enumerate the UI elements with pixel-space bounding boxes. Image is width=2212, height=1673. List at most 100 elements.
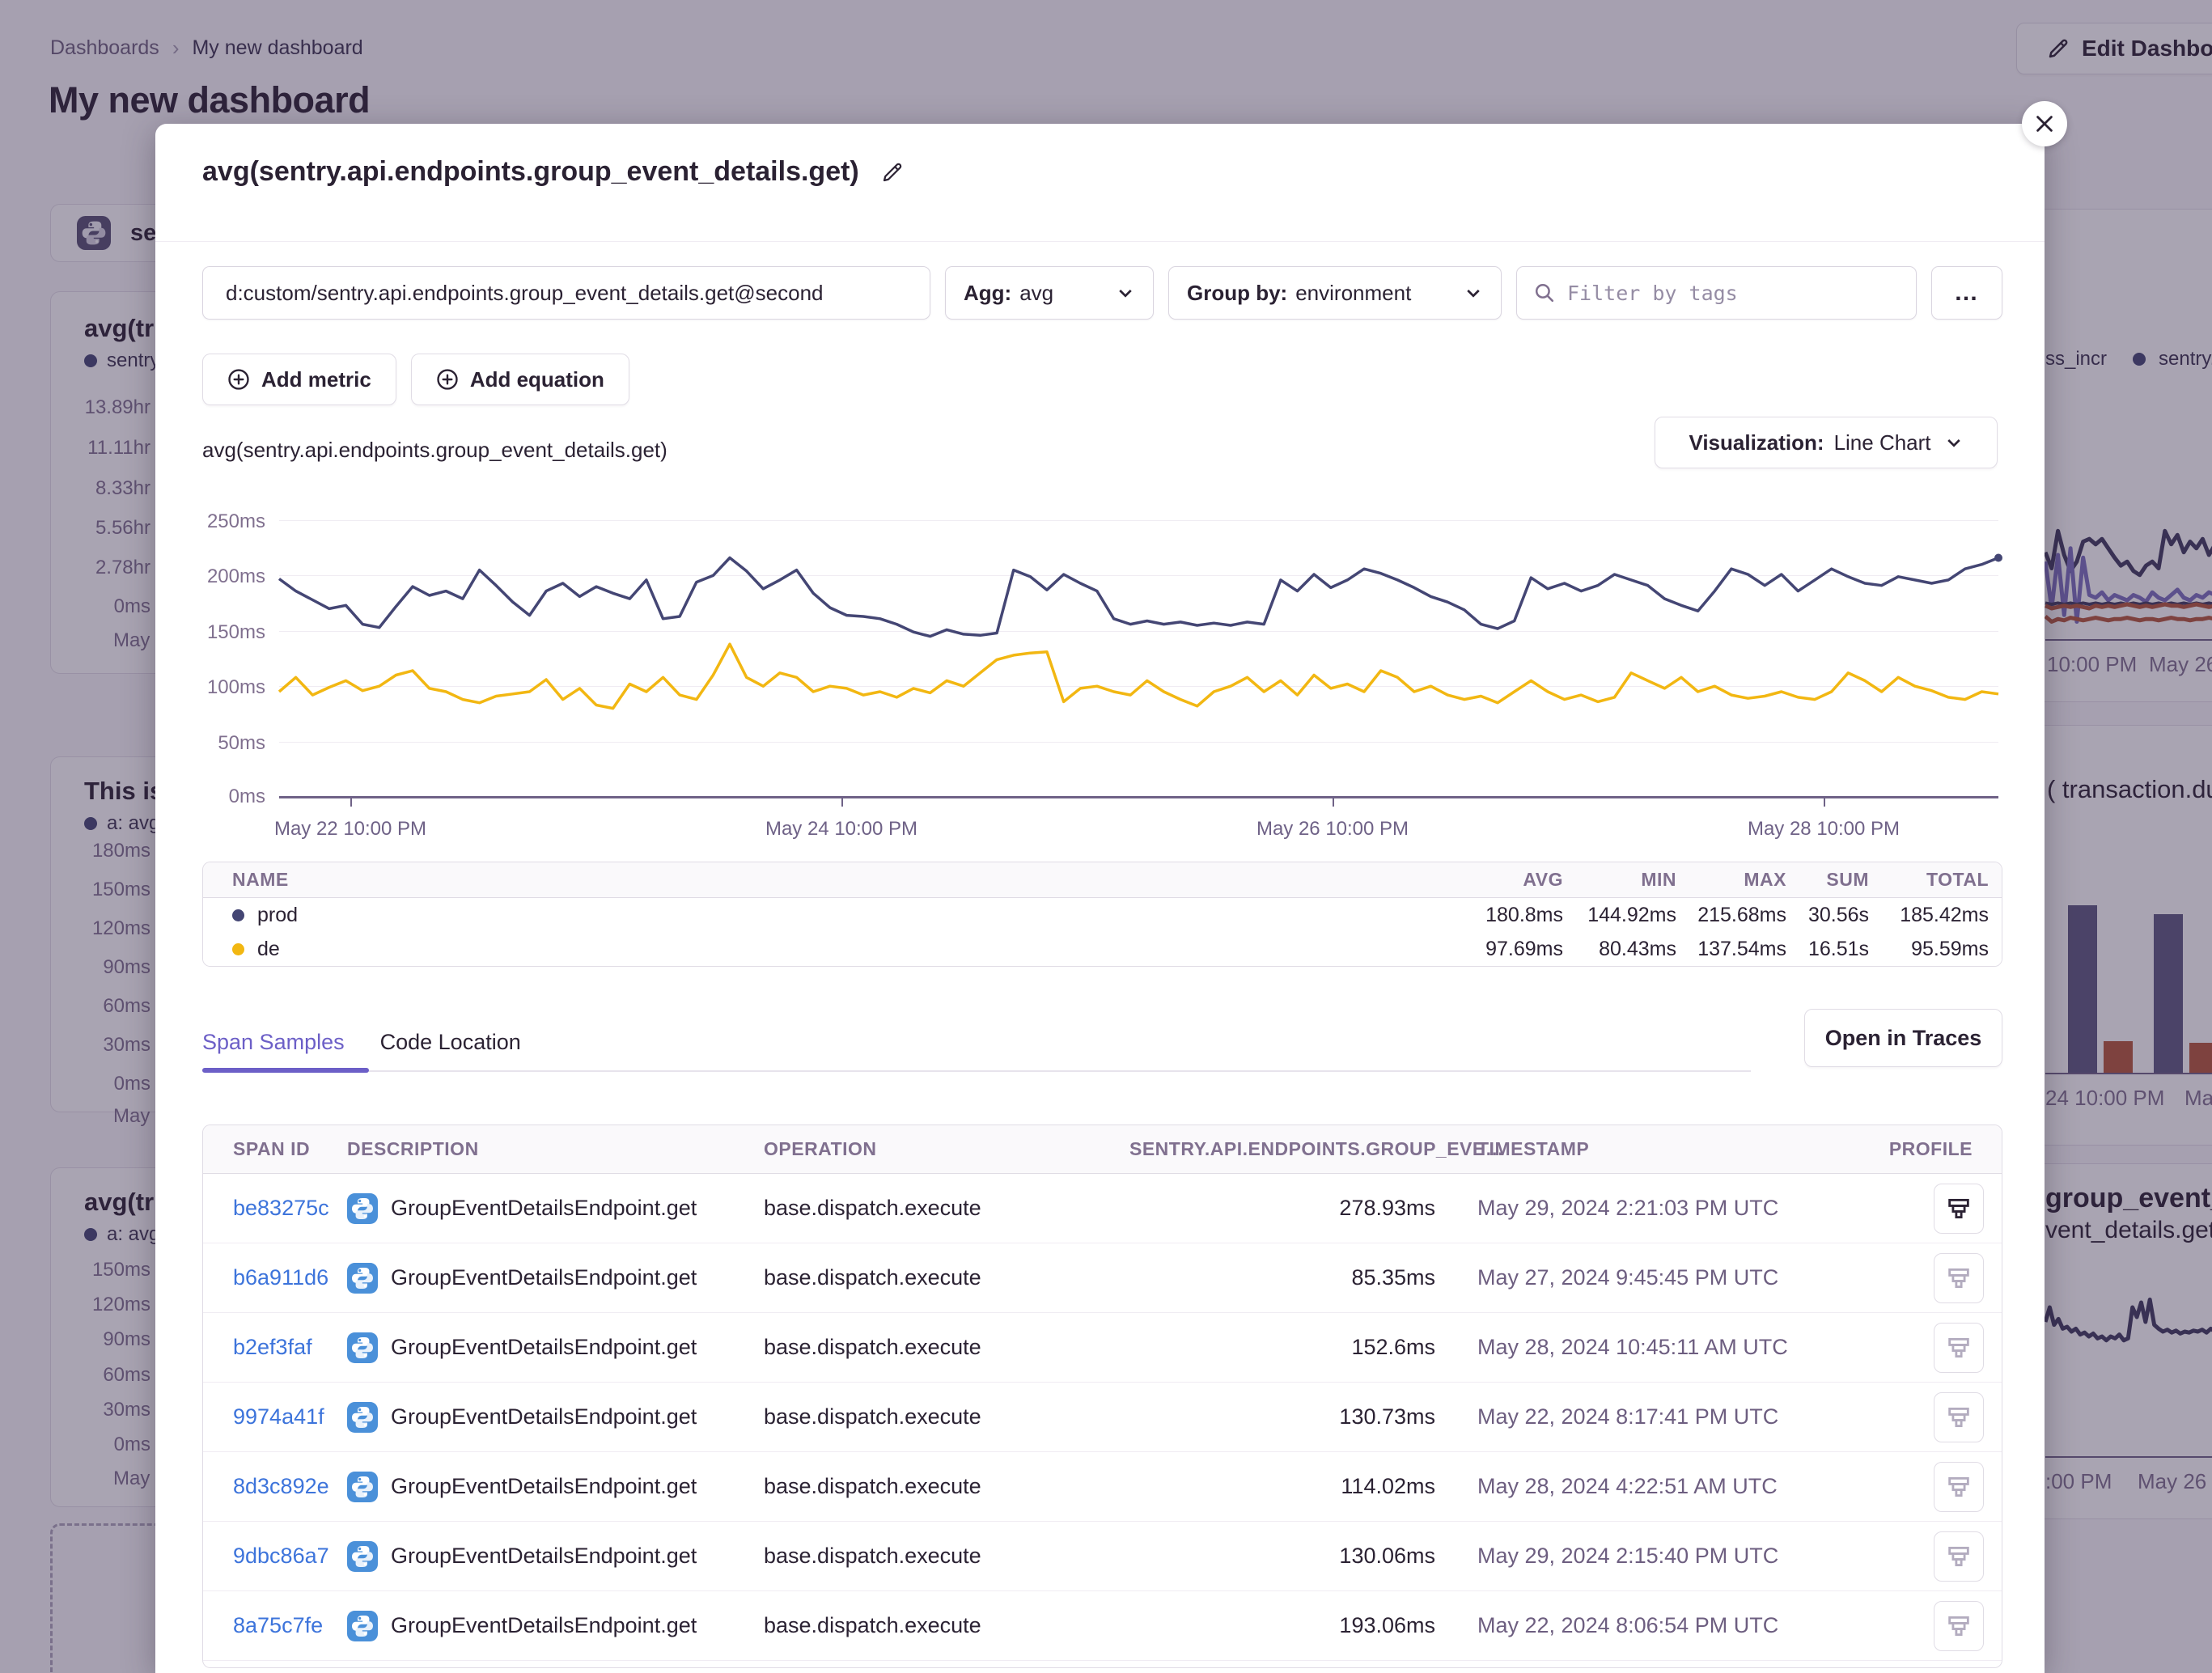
visualization-select[interactable]: Visualization: Line Chart <box>1655 417 1998 468</box>
sample-row: 9974a41f GroupEventDetailsEndpoint.get b… <box>203 1383 2002 1452</box>
header-description: DESCRIPTION <box>347 1138 764 1160</box>
x-axis-tick: May 26 10:00 PM <box>1256 818 1409 841</box>
x-axis-tickmark <box>841 798 843 807</box>
query-overflow-button[interactable]: … <box>1931 266 2002 320</box>
python-icon <box>347 1541 378 1572</box>
series-name: de <box>257 938 280 961</box>
span-metric-value: 130.73ms <box>1129 1404 1435 1429</box>
line-chart-plot <box>279 520 1998 797</box>
span-operation: base.dispatch.execute <box>764 1335 1129 1360</box>
add-actions: Add metric Add equation <box>202 354 629 405</box>
profile-button[interactable] <box>1934 1601 1984 1651</box>
span-description: GroupEventDetailsEndpoint.get <box>391 1544 697 1569</box>
series-de-line <box>279 520 1998 797</box>
profile-button[interactable] <box>1934 1392 1984 1442</box>
agg-value: avg <box>1019 281 1053 306</box>
span-id-link[interactable]: 9974a41f <box>233 1404 324 1429</box>
span-metric-value: 193.06ms <box>1129 1613 1435 1638</box>
close-icon <box>2033 112 2056 135</box>
header-divider <box>155 241 2045 242</box>
span-description: GroupEventDetailsEndpoint.get <box>391 1265 697 1290</box>
x-axis-tick: May 28 10:00 PM <box>1748 818 1900 841</box>
x-axis-tickmark <box>1824 798 1825 807</box>
series-color-dot <box>232 943 244 955</box>
profile-flamechart-icon <box>1945 1543 1973 1570</box>
span-description: GroupEventDetailsEndpoint.get <box>391 1613 697 1638</box>
chevron-down-icon <box>1464 283 1483 303</box>
series-sum: 16.51s <box>1786 938 1869 961</box>
x-axis-tickmark <box>1333 798 1334 807</box>
series-min: 144.92ms <box>1563 904 1676 927</box>
span-description: GroupEventDetailsEndpoint.get <box>391 1474 697 1499</box>
span-id-link[interactable]: 8a75c7fe <box>233 1613 323 1637</box>
tab-code-location[interactable]: Code Location <box>380 1030 521 1055</box>
summary-row-de[interactable]: de 97.69ms 80.43ms 137.54ms 16.51s 95.59… <box>203 932 2002 966</box>
chevron-down-icon <box>1944 433 1964 452</box>
profile-button[interactable] <box>1934 1184 1984 1234</box>
series-avg: 97.69ms <box>1442 938 1563 961</box>
y-axis-tick: 150ms <box>160 621 265 644</box>
series-name: prod <box>257 904 298 927</box>
span-timestamp: May 22, 2024 8:17:41 PM UTC <box>1435 1404 1856 1429</box>
span-id-link[interactable]: be83275c <box>233 1196 329 1220</box>
span-id-link[interactable]: 8d3c892e <box>233 1474 329 1498</box>
span-id-link[interactable]: 9dbc86a7 <box>233 1544 329 1568</box>
python-icon <box>347 1402 378 1433</box>
metric-select[interactable]: d:custom/sentry.api.endpoints.group_even… <box>202 266 930 320</box>
add-equation-button[interactable]: Add equation <box>411 354 629 405</box>
series-total: 95.59ms <box>1869 938 2002 961</box>
metric-details-modal: avg(sentry.api.endpoints.group_event_det… <box>155 124 2045 1673</box>
series-summary-table: NAME AVG MIN MAX SUM TOTAL prod 180.8ms … <box>202 862 2002 967</box>
sample-row: 8a75c7fe GroupEventDetailsEndpoint.get b… <box>203 1591 2002 1661</box>
profile-button[interactable] <box>1934 1462 1984 1512</box>
span-id-link[interactable]: b6a911d6 <box>233 1265 328 1290</box>
series-min: 80.43ms <box>1563 938 1676 961</box>
modal-title: avg(sentry.api.endpoints.group_event_det… <box>202 156 859 188</box>
sample-row: b2ef3faf GroupEventDetailsEndpoint.get b… <box>203 1313 2002 1383</box>
series-sum: 30.56s <box>1786 904 1869 927</box>
span-operation: base.dispatch.execute <box>764 1544 1129 1569</box>
summary-header-name: NAME <box>203 869 1442 891</box>
header-operation: OPERATION <box>764 1138 1129 1160</box>
span-metric-value: 85.35ms <box>1129 1265 1435 1290</box>
profile-flamechart-icon <box>1945 1473 1973 1501</box>
span-timestamp: May 28, 2024 10:45:11 AM UTC <box>1435 1335 1856 1360</box>
profile-button[interactable] <box>1934 1323 1984 1373</box>
profile-button[interactable] <box>1934 1253 1984 1303</box>
python-icon <box>347 1263 378 1294</box>
app-root: Dashboards › My new dashboard My new das… <box>0 0 2212 1673</box>
python-icon <box>347 1472 378 1502</box>
span-metric-value: 278.93ms <box>1129 1196 1435 1221</box>
ellipsis-icon: … <box>1954 279 1980 307</box>
close-button[interactable] <box>2022 101 2067 146</box>
group-by-label: Group by: <box>1187 281 1287 306</box>
query-builder: d:custom/sentry.api.endpoints.group_even… <box>202 266 2002 320</box>
search-icon <box>1533 282 1556 304</box>
span-id-link[interactable]: b2ef3faf <box>233 1335 312 1359</box>
group-by-select[interactable]: Group by: environment <box>1168 266 1502 320</box>
span-operation: base.dispatch.execute <box>764 1613 1129 1638</box>
summary-header-total: TOTAL <box>1869 869 2002 891</box>
group-by-value: environment <box>1295 281 1411 306</box>
tab-span-samples[interactable]: Span Samples <box>202 1030 345 1055</box>
summary-row-prod[interactable]: prod 180.8ms 144.92ms 215.68ms 30.56s 18… <box>203 898 2002 932</box>
open-in-traces-button[interactable]: Open in Traces <box>1804 1009 2002 1067</box>
profile-flamechart-icon <box>1945 1195 1973 1222</box>
tabs: Span Samples Code Location <box>202 1030 521 1055</box>
span-metric-value: 152.6ms <box>1129 1335 1435 1360</box>
series-color-dot <box>232 909 244 921</box>
metric-select-value: d:custom/sentry.api.endpoints.group_even… <box>226 281 824 306</box>
x-axis-tick: May 22 10:00 PM <box>274 818 426 841</box>
chevron-down-icon <box>1116 283 1135 303</box>
aggregation-select[interactable]: Agg: avg <box>945 266 1154 320</box>
add-metric-button[interactable]: Add metric <box>202 354 396 405</box>
header-profile: PROFILE <box>1856 1138 2002 1160</box>
tag-filter-input[interactable] <box>1567 282 1900 305</box>
header-span-id: SPAN ID <box>203 1138 347 1160</box>
edit-title-icon[interactable] <box>880 160 905 184</box>
profile-button[interactable] <box>1934 1531 1984 1582</box>
sample-row: b6a911d6 GroupEventDetailsEndpoint.get b… <box>203 1243 2002 1313</box>
visualization-value: Line Chart <box>1834 430 1931 455</box>
samples-header-row: SPAN ID DESCRIPTION OPERATION SENTRY.API… <box>203 1125 2002 1174</box>
python-icon <box>347 1332 378 1363</box>
